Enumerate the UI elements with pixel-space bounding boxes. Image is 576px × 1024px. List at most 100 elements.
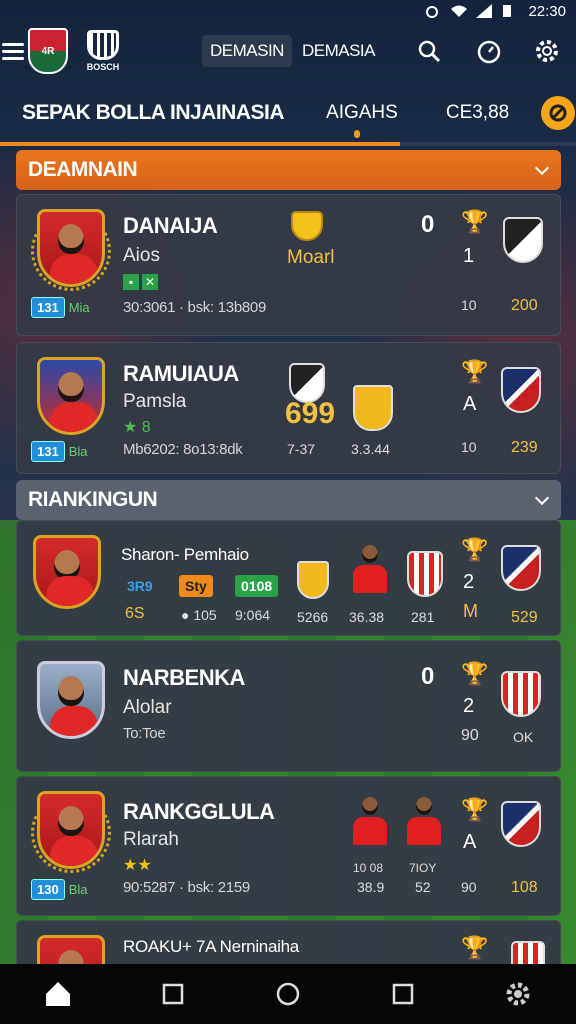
chevron-down-icon[interactable] [534,490,550,506]
active-tab-indicator [0,142,400,146]
status-time: 22:30 [528,2,566,20]
timer-icon[interactable] [475,37,503,65]
score-gold: 529 [511,609,538,626]
score-gold: 108 [511,879,538,896]
rating-stars: ★ 8 [123,419,151,436]
player-name: NARBENKA [123,665,245,690]
tab-demasia[interactable]: DEMASIA [294,35,383,67]
team-crest [291,211,323,241]
rating-stars: ★★ [123,857,152,874]
badge-label: Bla [68,444,88,459]
section-title: DEAMNAIN [28,158,138,181]
score-mid: A [463,393,477,415]
rank-badge: 131 Bla [31,441,88,462]
trophy-icon: 🏆 [461,661,489,686]
badge-number: 130 [31,879,65,900]
player-card[interactable]: NARBENKA Alolar To:Toe 0 🏆 2 90 OK [16,640,561,772]
player-subtitle: Rlarah [123,829,179,850]
player-card[interactable]: RAMUIAUA Pamsla ★ 8 Mb6202: 8o13:8dk 131… [16,342,561,474]
score-letter: M [463,601,478,621]
recents-icon[interactable] [389,980,417,1008]
player-meta: 90:5287 · bsk: 2159 [123,879,250,896]
team-crest [353,385,393,431]
swirl-icon [549,104,567,122]
nav-item-aigahs[interactable]: AIGAHS [326,102,398,138]
avatar [37,357,105,435]
action-button[interactable] [541,96,576,130]
app-header: 4R BOSCH DEMASIN DEMASIA [0,22,576,80]
stat-c1: 5266 [297,609,329,625]
chevron-down-icon[interactable] [534,160,550,176]
chip-a: 3R9 [127,578,153,594]
brand-logo[interactable]: BOSCH [82,28,124,74]
trophy-icon: 🏆 [461,209,489,234]
page-title: SEPAK BOLLA INJAINASIA [22,101,285,124]
player-card[interactable]: Sharon- Pemhaio 3R9 Sty 0108 6S ● 105 9:… [16,520,561,636]
chip-c: 0108 [235,575,279,597]
player-name: Sharon- Pemhaio [121,545,249,564]
square-icon[interactable] [159,980,187,1008]
trophy-icon: 🏆 [461,797,489,822]
p1-bot: 38.9 [357,879,385,895]
line-gold: 6S [125,605,145,622]
section-header-deamnain[interactable]: DEAMNAIN [16,150,561,190]
settings-icon[interactable] [533,37,561,65]
club-logo[interactable]: 4R [28,28,68,74]
stat-c2: 36.38 [349,609,385,625]
home-icon[interactable] [44,980,72,1008]
trophy-icon: 🏆 [461,935,489,960]
player-name: RANKGGLULA [123,799,275,824]
mid-small: 3.3.44 [351,441,390,457]
badge-number: 131 [31,441,65,462]
player-meta: 30:3061 · bsk: 13b809 [123,299,266,316]
badge-label: Bla [68,882,88,897]
section-header-riankingun[interactable]: RIANKINGUN [16,480,561,520]
player-name: DANAIJA [123,213,218,238]
circle-icon[interactable] [274,980,302,1008]
score-small: 10 [461,297,477,313]
player-name: RAMUIAUA [123,361,239,386]
line-2a-value: 105 [193,607,217,623]
player-subtitle: Aios [123,245,160,266]
gear-icon[interactable] [504,980,532,1008]
score-gold: 239 [511,439,538,456]
score-mid: 1 [463,245,475,267]
score-mid: A [463,831,477,853]
opponent-crest [501,545,541,591]
score-right: OK [513,729,534,745]
brand-logo-text: BOSCH [86,62,120,72]
score-small: 90 [461,727,479,744]
p1-top: 10 08 [353,861,384,875]
tab-demasin[interactable]: DEMASIN [202,35,292,67]
team-crest [407,551,443,597]
avatar [37,661,105,739]
opponent-crest [503,217,543,263]
team-crest [297,561,329,599]
big-number: 699 [285,397,336,430]
signal-icon [476,4,493,18]
battery-icon [502,4,518,18]
rank-badge: 130 Bla [31,879,88,900]
center-label: Moarl [287,247,335,268]
opponent-crest [501,671,541,717]
alarm-icon [424,4,440,18]
player-card[interactable]: DANAIJA Aios ▪ ✕ 30:3061 · bsk: 13b809 13… [16,194,561,336]
player-meta: Mb6202: 8o13:8dk [123,441,243,458]
score-mid: 2 [463,695,475,717]
avatar [37,209,105,287]
search-icon[interactable] [415,37,443,65]
badge-label: Mia [68,300,90,315]
player-thumb [405,797,443,845]
p2-top: 7IOY [409,861,437,875]
player-name: ROAKU+ 7A Nerninaiha [123,937,299,956]
menu-icon[interactable] [2,42,24,60]
player-card[interactable]: RANKGGLULA Rlarah ★★ 90:5287 · bsk: 2159… [16,776,561,916]
trophy-icon: 🏆 [461,359,489,384]
score-small: 10 [461,439,477,455]
status-bar: 22:30 [0,0,576,22]
opponent-crest [501,801,541,847]
wifi-icon [450,4,468,18]
player-thumb [351,545,389,593]
nav-row: SEPAK BOLLA INJAINASIA AIGAHS CE3,88 [0,84,576,146]
nav-item-score[interactable]: CE3,88 [446,102,509,124]
